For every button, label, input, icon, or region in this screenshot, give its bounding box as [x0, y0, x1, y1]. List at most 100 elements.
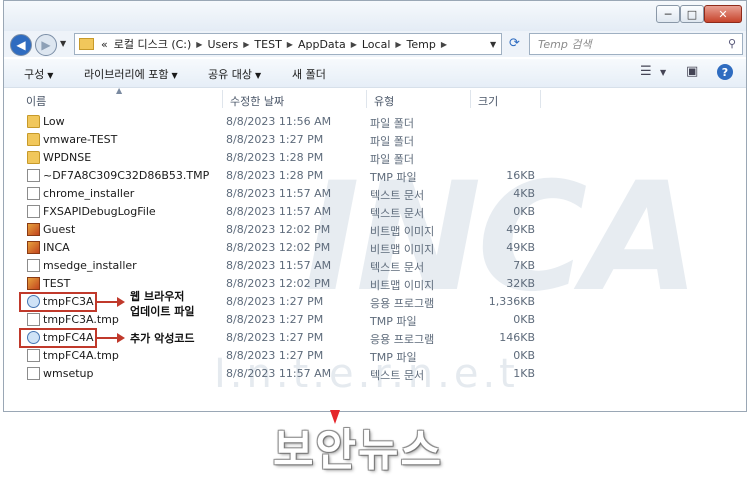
file-date: 8/8/2023 1:27 PM: [226, 331, 324, 344]
file-type: 응용 프로그램: [370, 297, 435, 310]
include-library-menu[interactable]: 라이브러리에 포함 ▼: [84, 66, 178, 82]
list-item[interactable]: tmpFC4A.tmp 8/8/2023 1:27 PM TMP 파일 0KB: [4, 347, 746, 365]
list-item[interactable]: vmware-TEST 8/8/2023 1:27 PM 파일 폴더: [4, 131, 746, 149]
list-item[interactable]: WPDNSE 8/8/2023 1:28 PM 파일 폴더: [4, 149, 746, 167]
breadcrumb-appdata[interactable]: AppData: [295, 38, 349, 51]
view-options-icon[interactable]: ☰: [640, 64, 652, 79]
breadcrumb-drive[interactable]: 로컬 디스크 (C:): [111, 36, 195, 52]
address-dropdown-icon[interactable]: ▼: [490, 40, 496, 49]
back-arrow-icon: ◀: [16, 38, 26, 52]
new-folder-button[interactable]: 새 폴더: [292, 66, 326, 82]
list-item[interactable]: wmsetup 8/8/2023 11:57 AM 텍스트 문서 1KB: [4, 365, 746, 383]
file-date: 8/8/2023 1:27 PM: [226, 133, 324, 146]
breadcrumb-users[interactable]: Users: [204, 38, 241, 51]
chevron-right-icon[interactable]: ▶: [349, 40, 359, 49]
column-size[interactable]: 크기: [478, 93, 498, 109]
breadcrumb-overflow[interactable]: «: [98, 38, 111, 51]
file-size: 1KB: [513, 367, 535, 380]
share-label: 공유 대상: [208, 68, 252, 81]
chevron-down-icon: ▼: [171, 71, 178, 80]
help-icon[interactable]: ?: [717, 64, 733, 80]
history-dropdown-icon[interactable]: ▼: [60, 39, 66, 48]
column-divider[interactable]: [540, 90, 541, 108]
forward-arrow-icon: ▶: [41, 38, 51, 52]
chevron-down-icon[interactable]: ▼: [660, 68, 666, 77]
note-line: 업데이트 파일: [130, 305, 195, 318]
file-size: 0KB: [513, 349, 535, 362]
file-icon: [27, 169, 40, 182]
list-item[interactable]: ~DF7A8C309C32D86B53.TMP 8/8/2023 1:28 PM T…: [4, 167, 746, 185]
arrow-head-icon: [117, 297, 125, 307]
file-name: wmsetup: [43, 367, 94, 380]
minimize-button[interactable]: ─: [656, 5, 680, 23]
bitmap-icon: [27, 277, 40, 290]
file-icon: [27, 259, 40, 272]
organize-menu[interactable]: 구성 ▼: [24, 66, 53, 82]
file-type: 텍스트 문서: [370, 369, 425, 382]
file-type: 텍스트 문서: [370, 189, 425, 202]
annotation-arrow: [97, 337, 119, 339]
file-icon: [27, 205, 40, 218]
chevron-right-icon[interactable]: ▶: [285, 40, 295, 49]
list-item[interactable]: Low 8/8/2023 11:56 AM 파일 폴더: [4, 113, 746, 131]
list-item[interactable]: msedge_installer 8/8/2023 11:57 AM 텍스트 문서 7…: [4, 257, 746, 275]
column-divider[interactable]: [222, 90, 223, 108]
back-button[interactable]: ◀: [10, 34, 32, 56]
highlight-box: [19, 328, 97, 348]
column-date[interactable]: 수정한 날짜: [230, 93, 284, 109]
breadcrumb-temp[interactable]: Temp: [404, 38, 439, 51]
list-item[interactable]: FXSAPIDebugLogFile 8/8/2023 11:57 AM 텍스트 문…: [4, 203, 746, 221]
list-item[interactable]: Guest 8/8/2023 12:02 PM 비트맵 이미지 49KB: [4, 221, 746, 239]
search-input[interactable]: Temp 검색 ⚲: [529, 33, 743, 55]
list-item[interactable]: TEST 8/8/2023 12:02 PM 비트맵 이미지 32KB: [4, 275, 746, 293]
file-icon: [27, 187, 40, 200]
file-type: 텍스트 문서: [370, 261, 425, 274]
folder-icon: [79, 38, 94, 50]
file-type: 텍스트 문서: [370, 207, 425, 220]
column-header: ▲ 이름 수정한 날짜 유형 크기: [4, 86, 746, 109]
file-icon: [27, 367, 40, 380]
organize-label: 구성: [24, 68, 45, 81]
file-size: 16KB: [506, 169, 535, 182]
file-type: 파일 폴더: [370, 117, 414, 130]
address-bar[interactable]: « 로컬 디스크 (C:) ▶ Users ▶ TEST ▶ AppData ▶…: [74, 33, 502, 55]
forward-button[interactable]: ▶: [35, 34, 57, 56]
chevron-right-icon[interactable]: ▶: [393, 40, 403, 49]
preview-pane-icon[interactable]: ▣: [686, 64, 698, 79]
file-date: 8/8/2023 11:56 AM: [226, 115, 332, 128]
refresh-icon[interactable]: ⟳: [509, 36, 520, 51]
maximize-button[interactable]: □: [680, 5, 704, 23]
file-type: TMP 파일: [370, 315, 417, 328]
file-size: 0KB: [513, 205, 535, 218]
chevron-right-icon[interactable]: ▶: [194, 40, 204, 49]
highlight-box: [19, 292, 97, 312]
column-type[interactable]: 유형: [374, 93, 394, 109]
file-size: 146KB: [499, 331, 535, 344]
annotation-note: 추가 악성코드: [130, 332, 195, 345]
column-divider[interactable]: [470, 90, 471, 108]
list-item[interactable]: chrome_installer 8/8/2023 11:57 AM 텍스트 문서 4…: [4, 185, 746, 203]
file-name: ~DF7A8C309C32D86B53.TMP: [43, 169, 210, 182]
chevron-right-icon[interactable]: ▶: [241, 40, 251, 49]
breadcrumb-test[interactable]: TEST: [251, 38, 284, 51]
column-name[interactable]: 이름: [26, 93, 46, 109]
file-type: 파일 폴더: [370, 135, 414, 148]
list-item[interactable]: tmpFC3A.tmp 8/8/2023 1:27 PM TMP 파일 0KB: [4, 311, 746, 329]
file-date: 8/8/2023 11:57 AM: [226, 259, 332, 272]
breadcrumb-local[interactable]: Local: [359, 38, 394, 51]
search-icon[interactable]: ⚲: [728, 37, 736, 50]
share-menu[interactable]: 공유 대상 ▼: [208, 66, 261, 82]
annotation-note: 웹 브라우저 업데이트 파일: [130, 289, 195, 319]
column-divider[interactable]: [366, 90, 367, 108]
bitmap-icon: [27, 223, 40, 236]
file-size: 1,336KB: [488, 295, 535, 308]
annotation-arrow: [97, 301, 119, 303]
file-type: 응용 프로그램: [370, 333, 435, 346]
file-name: tmpFC3A.tmp: [43, 313, 119, 326]
chevron-right-icon[interactable]: ▶: [439, 40, 449, 49]
close-button[interactable]: ✕: [704, 5, 742, 23]
file-date: 8/8/2023 12:02 PM: [226, 241, 331, 254]
file-type: 파일 폴더: [370, 153, 414, 166]
address-row: ◀ ▶ ▼ « 로컬 디스크 (C:) ▶ Users ▶ TEST ▶ App…: [4, 31, 746, 57]
list-item[interactable]: INCA 8/8/2023 12:02 PM 비트맵 이미지 49KB: [4, 239, 746, 257]
